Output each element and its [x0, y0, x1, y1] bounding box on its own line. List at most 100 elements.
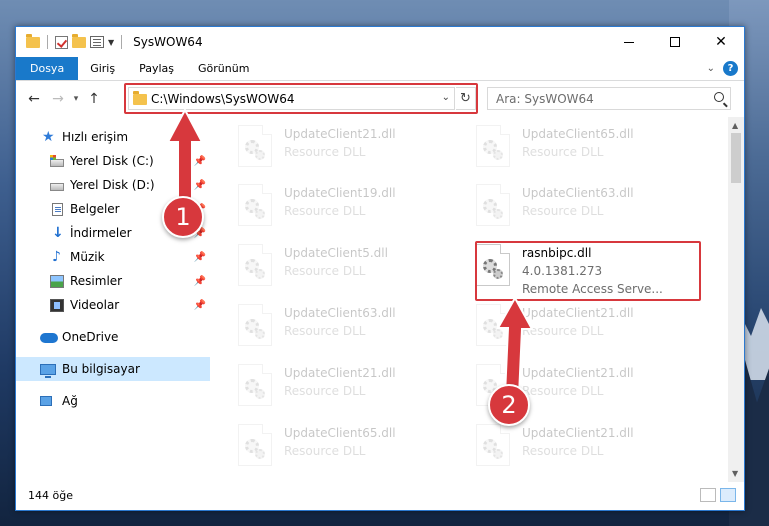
file-name: UpdateClient21.dll: [522, 426, 634, 440]
pin-icon[interactable]: 📌: [194, 180, 206, 191]
file-type: Resource DLL: [522, 145, 604, 159]
help-icon[interactable]: ?: [723, 61, 738, 76]
window-controls: ✕: [606, 27, 744, 57]
sidebar-item-this-pc[interactable]: Bu bilgisayar: [16, 357, 210, 381]
dll-file-icon: [238, 424, 272, 466]
sidebar-item-label: OneDrive: [62, 330, 119, 344]
pin-icon[interactable]: 📌: [194, 156, 206, 167]
file-item[interactable]: UpdateClient21.dll Resource DLL: [238, 123, 468, 173]
toolbar-dropdown-icon[interactable]: ▼: [108, 38, 114, 47]
new-folder-icon[interactable]: [72, 33, 86, 48]
annotation-highlight-address: [124, 83, 478, 114]
documents-icon: [52, 202, 63, 216]
file-type: Resource DLL: [284, 444, 366, 458]
tab-share[interactable]: Paylaş: [127, 57, 186, 80]
recent-locations-button[interactable]: ▾: [70, 94, 82, 104]
file-item[interactable]: UpdateClient21.dll Resource DLL: [476, 422, 706, 472]
sidebar-item-videos[interactable]: Videolar 📌: [16, 293, 210, 317]
file-item[interactable]: UpdateClient21.dll Resource DLL: [238, 362, 468, 412]
file-item[interactable]: UpdateClient5.dll Resource DLL: [238, 242, 468, 292]
separator: [121, 35, 123, 49]
scroll-down-icon[interactable]: ▼: [732, 469, 738, 478]
file-name: UpdateClient5.dll: [284, 246, 388, 260]
file-type: Resource DLL: [284, 384, 366, 398]
dll-file-icon: [238, 364, 272, 406]
file-name: UpdateClient63.dll: [522, 186, 634, 200]
back-button[interactable]: ←: [22, 91, 46, 107]
tab-view[interactable]: Görünüm: [186, 57, 261, 80]
view-toggle-buttons: [700, 488, 736, 502]
window-title: SysWOW64: [133, 35, 203, 49]
separator: [47, 35, 48, 49]
sidebar-item-label: Yerel Disk (D:): [70, 178, 155, 192]
tab-file[interactable]: Dosya: [16, 57, 79, 80]
file-name: UpdateClient21.dll: [522, 366, 634, 380]
disk-icon: [50, 182, 64, 191]
file-name: UpdateClient65.dll: [522, 127, 634, 141]
sidebar-item-network[interactable]: Ağ: [16, 389, 210, 413]
tiles-view-button[interactable]: [720, 488, 736, 502]
vertical-scrollbar[interactable]: ▲ ▼: [728, 117, 744, 482]
file-type: Resource DLL: [284, 264, 366, 278]
annotation-highlight-file: [475, 241, 701, 301]
maximize-icon: [670, 37, 680, 47]
maximize-button[interactable]: [652, 27, 698, 57]
pin-icon[interactable]: 📌: [194, 252, 206, 263]
main-body: ★ Hızlı erişim Yerel Disk (C:) 📌 Yerel D…: [16, 117, 744, 482]
status-bar: 144 öğe: [16, 480, 744, 510]
close-button[interactable]: ✕: [698, 27, 744, 57]
computer-icon: [40, 363, 56, 378]
properties-check-icon[interactable]: [55, 35, 68, 49]
forward-button[interactable]: →: [46, 91, 70, 107]
file-type: Resource DLL: [284, 324, 366, 338]
file-item[interactable]: UpdateClient21.dll Resource DLL: [476, 302, 706, 352]
file-type: Resource DLL: [522, 324, 604, 338]
file-type: Resource DLL: [284, 204, 366, 218]
dll-file-icon: [238, 244, 272, 286]
sidebar-item-music[interactable]: ♪ Müzik 📌: [16, 245, 210, 269]
dll-file-icon: [476, 184, 510, 226]
dll-file-icon: [238, 184, 272, 226]
sidebar-item-pictures[interactable]: Resimler 📌: [16, 269, 210, 293]
dll-file-icon: [476, 304, 510, 346]
pin-icon[interactable]: 📌: [194, 276, 206, 287]
scrollbar-thumb[interactable]: [731, 133, 741, 183]
navigation-pane: ★ Hızlı erişim Yerel Disk (C:) 📌 Yerel D…: [16, 117, 210, 482]
music-icon: ♪: [52, 248, 61, 265]
sidebar-item-disk-d[interactable]: Yerel Disk (D:) 📌: [16, 173, 210, 197]
sidebar-item-label: Yerel Disk (C:): [70, 154, 154, 168]
file-name: UpdateClient21.dll: [284, 366, 396, 380]
file-item[interactable]: UpdateClient65.dll Resource DLL: [238, 422, 468, 472]
dll-file-icon: [238, 304, 272, 346]
close-icon: ✕: [715, 34, 727, 50]
ribbon-right-controls: ⌄ ?: [707, 61, 738, 76]
file-item[interactable]: UpdateClient19.dll Resource DLL: [238, 182, 468, 232]
file-item[interactable]: UpdateClient63.dll Resource DLL: [238, 302, 468, 352]
file-item[interactable]: UpdateClient63.dll Resource DLL: [476, 182, 706, 232]
sidebar-item-onedrive[interactable]: OneDrive: [16, 325, 210, 349]
quick-access-toolbar: ▼: [16, 33, 125, 49]
search-placeholder: Ara: SysWOW64: [496, 91, 594, 106]
search-icon: [714, 92, 724, 102]
folder-icon: [26, 33, 40, 48]
file-item[interactable]: UpdateClient65.dll Resource DLL: [476, 123, 706, 173]
cloud-icon: [40, 333, 58, 343]
details-view-button[interactable]: [700, 488, 716, 502]
minimize-button[interactable]: [606, 27, 652, 57]
pin-icon[interactable]: 📌: [194, 300, 206, 311]
up-button[interactable]: ↑: [82, 91, 106, 107]
file-name: UpdateClient19.dll: [284, 186, 396, 200]
navigation-bar: ← → ▾ ↑ C:\Windows\SysWOW64 ⌄ ↻ Ara: Sys…: [16, 81, 744, 117]
scroll-up-icon[interactable]: ▲: [732, 121, 738, 130]
sidebar-item-quick-access[interactable]: ★ Hızlı erişim: [16, 125, 210, 149]
file-type: Resource DLL: [522, 204, 604, 218]
tab-home[interactable]: Giriş: [78, 57, 127, 80]
sidebar-item-disk-c[interactable]: Yerel Disk (C:) 📌: [16, 149, 210, 173]
annotation-badge-2: 2: [488, 384, 530, 426]
sidebar-item-label: Resimler: [70, 274, 123, 288]
search-input[interactable]: Ara: SysWOW64: [487, 87, 731, 110]
file-name: UpdateClient21.dll: [284, 127, 396, 141]
sidebar-item-label: Belgeler: [70, 202, 120, 216]
customize-toolbar-icon[interactable]: [90, 36, 104, 48]
expand-ribbon-icon[interactable]: ⌄: [707, 63, 715, 74]
